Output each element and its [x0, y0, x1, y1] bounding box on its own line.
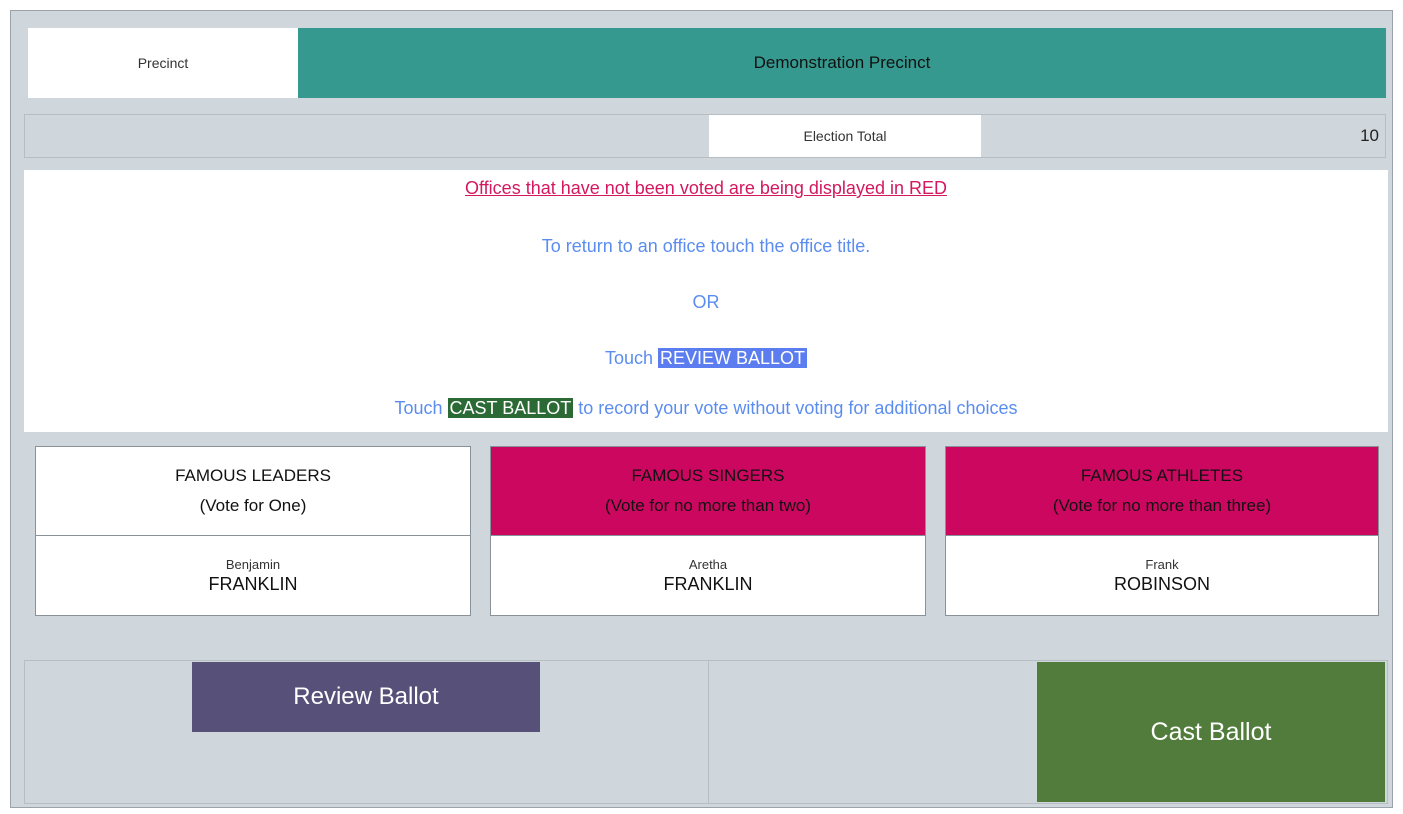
- precinct-label: Precinct: [28, 28, 298, 98]
- office-title[interactable]: FAMOUS LEADERS (Vote for One): [36, 447, 470, 536]
- office-card-famous-athletes[interactable]: FAMOUS ATHLETES (Vote for no more than t…: [945, 446, 1379, 616]
- office-vote-rule: (Vote for One): [199, 496, 307, 515]
- candidate-last-name: FRANKLIN: [208, 574, 298, 594]
- review-instruction: Touch REVIEW BALLOT: [24, 348, 1388, 369]
- cast-ballot-highlight: CAST BALLOT: [447, 398, 574, 418]
- selected-candidate: Frank ROBINSON: [946, 536, 1378, 616]
- office-card-famous-leaders[interactable]: FAMOUS LEADERS (Vote for One) Benjamin F…: [35, 446, 471, 616]
- cast-instruction: Touch CAST BALLOT to record your vote wi…: [24, 398, 1388, 419]
- candidate-first-name: Frank: [1145, 557, 1179, 572]
- cast-ballot-button[interactable]: Cast Ballot: [1037, 662, 1385, 802]
- cast-instruction-suffix: to record your vote without voting for a…: [578, 398, 1018, 418]
- cast-instruction-prefix: Touch: [394, 398, 443, 418]
- office-vote-rule: (Vote for no more than three): [1052, 496, 1272, 515]
- office-name: FAMOUS ATHLETES: [1080, 466, 1244, 485]
- unvoted-warning: Offices that have not been voted are bei…: [465, 178, 947, 198]
- precinct-name: Demonstration Precinct: [298, 28, 1386, 98]
- office-title[interactable]: FAMOUS SINGERS (Vote for no more than tw…: [491, 447, 925, 536]
- candidate-last-name: ROBINSON: [1113, 574, 1210, 594]
- office-vote-rule: (Vote for no more than two): [605, 496, 811, 515]
- office-card-famous-singers[interactable]: FAMOUS SINGERS (Vote for no more than tw…: [490, 446, 926, 616]
- office-name: FAMOUS LEADERS: [175, 466, 331, 485]
- or-text: OR: [692, 292, 720, 312]
- selected-candidate: Aretha FRANKLIN: [491, 536, 925, 616]
- office-name: FAMOUS SINGERS: [631, 466, 785, 485]
- office-title[interactable]: FAMOUS ATHLETES (Vote for no more than t…: [946, 447, 1378, 536]
- review-instruction-prefix: Touch: [604, 348, 653, 368]
- instructions-panel: Offices that have not been voted are bei…: [24, 170, 1388, 432]
- review-ballot-button[interactable]: Review Ballot: [192, 662, 540, 732]
- election-total-row: Election Total 10: [24, 114, 1386, 158]
- candidate-first-name: Aretha: [688, 557, 728, 572]
- selected-candidate: Benjamin FRANKLIN: [36, 536, 470, 616]
- election-total-value: 10: [1360, 126, 1379, 145]
- election-total-label: Election Total: [709, 115, 981, 157]
- candidate-first-name: Benjamin: [225, 557, 281, 572]
- precinct-header: Precinct Demonstration Precinct: [18, 18, 1386, 101]
- review-ballot-highlight: REVIEW BALLOT: [658, 348, 808, 368]
- action-bar-divider: [708, 661, 709, 803]
- candidate-last-name: FRANKLIN: [663, 574, 753, 594]
- return-instruction: To return to an office touch the office …: [541, 236, 871, 256]
